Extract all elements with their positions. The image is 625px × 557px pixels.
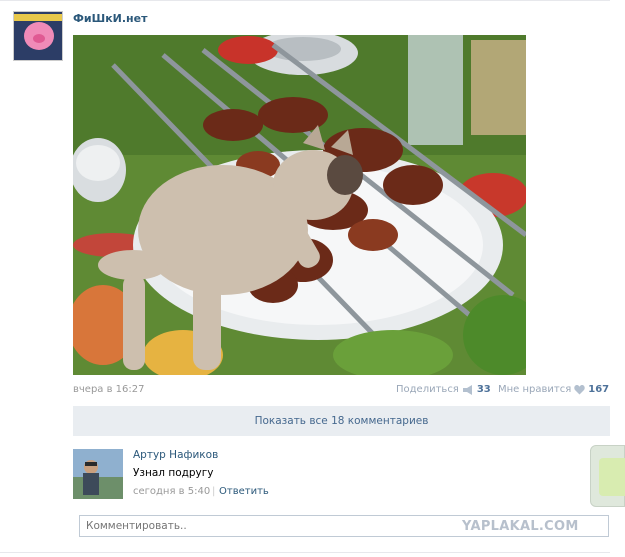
show-all-comments-button[interactable]: Показать все 18 комментариев: [73, 406, 610, 436]
share-label: Поделиться: [396, 384, 459, 395]
comment-text: Узнал подругу: [133, 467, 214, 479]
commenter-photo: [73, 449, 123, 499]
avatar-ribbon: [14, 14, 62, 21]
reply-link[interactable]: Ответить: [219, 486, 269, 497]
share-button[interactable]: Поделиться 33: [396, 384, 491, 395]
side-widget-inner: [599, 458, 625, 496]
comment-time[interactable]: сегодня в 5:40: [133, 486, 210, 497]
side-widget[interactable]: [590, 445, 625, 507]
group-name-link[interactable]: ФиШкИ.нет: [73, 12, 148, 25]
heart-icon: [574, 384, 585, 394]
like-button[interactable]: Мне нравится 167: [498, 384, 609, 395]
pig-snout-icon: [33, 34, 45, 43]
top-divider: [0, 0, 610, 1]
group-avatar[interactable]: [13, 11, 63, 61]
like-label: Мне нравится: [498, 384, 572, 395]
bottom-divider: [0, 552, 610, 553]
commenter-avatar[interactable]: [73, 449, 123, 499]
share-count: 33: [476, 384, 491, 395]
like-count: 167: [588, 384, 610, 395]
megaphone-icon: [462, 384, 472, 395]
watermark: YAPLAKAL.COM: [462, 519, 579, 534]
cat-on-kebab-image: [73, 35, 526, 375]
comment-separator: |: [212, 486, 216, 497]
post-photo[interactable]: [73, 35, 526, 375]
commenter-name-link[interactable]: Артур Нафиков: [133, 449, 218, 461]
post-date[interactable]: вчера в 16:27: [73, 384, 145, 395]
